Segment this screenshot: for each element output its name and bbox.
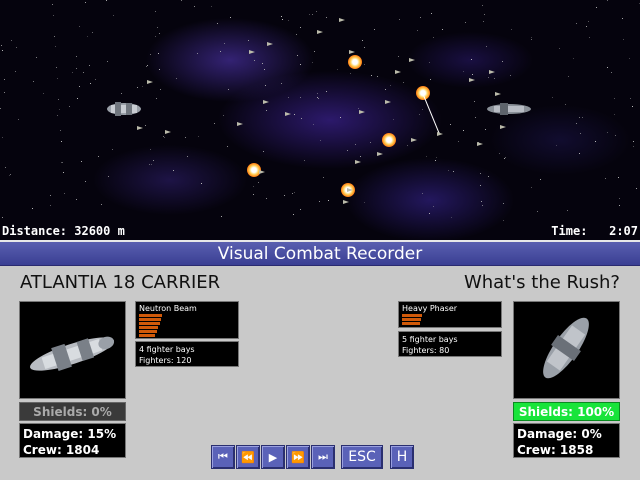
esc-button[interactable]: ESC [341,445,383,469]
panel-title: Visual Combat Recorder [0,242,640,266]
right-weapon-panel: Heavy Phaser [398,301,502,328]
rewind-button[interactable]: ⏪ [236,445,260,469]
left-fighters-count: Fighters: 120 [139,356,192,365]
fighters [137,18,506,204]
battle-view: Distance: 32600 m Time: 2:07 [0,0,640,240]
right-fighter-bays: 5 fighter bays Fighters: 80 [398,331,502,357]
weapon-charge-bar [139,326,158,329]
fighter-craft [359,110,365,114]
last-frame-button[interactable]: ⏭ [311,445,335,469]
fighter-craft [267,42,273,46]
combat-recorder-panel: Visual Combat Recorder ATLANTIA 18 CARRI… [0,240,640,480]
right-bays-count: 5 fighter bays [402,335,458,344]
fighter-craft [137,126,143,130]
left-crew: Crew: 1804 [23,443,100,457]
right-weapon-charge [402,314,498,325]
play-button[interactable]: ▶ [261,445,285,469]
fighter-craft [317,30,323,34]
skip-end-icon: ⏭ [318,450,328,463]
fast-forward-icon: ⏩ [291,450,305,464]
weapon-charge-bar [139,322,160,325]
skip-start-icon: ⏮ [218,450,228,463]
fighter-craft [249,50,255,54]
weapon-charge-bar [139,318,161,321]
distance-readout: Distance: 32600 m [2,224,125,238]
left-weapon-charge [139,314,235,337]
right-damage: Damage: 0% [517,427,602,441]
fighter-craft [343,200,349,204]
weapon-charge-bar [402,314,422,317]
fighter-craft [237,122,243,126]
right-fighters-count: Fighters: 80 [402,346,450,355]
left-shields-status: Shields: 0% [19,402,126,421]
weapon-charge-bar [139,314,162,317]
fighter-craft [165,130,171,134]
right-shields-status: Shields: 100% [513,402,620,421]
fighter-craft [395,70,401,74]
fighter-craft [469,78,475,82]
fighter-craft [495,92,501,96]
fighter-craft [385,100,391,104]
rewind-icon: ⏪ [241,450,255,464]
fighter-craft [263,100,269,104]
fighter-craft [437,132,443,136]
first-frame-button[interactable]: ⏮ [211,445,235,469]
fighter-craft [489,70,495,74]
fighter-craft [409,58,415,62]
fighter-craft [259,170,265,174]
time-readout: Time: 2:07 [551,224,638,238]
fighter-craft [355,160,361,164]
weapon-charge-bar [402,318,421,321]
fast-forward-button[interactable]: ⏩ [286,445,310,469]
fighter-craft [477,142,483,146]
left-fighter-bays: 4 fighter bays Fighters: 120 [135,341,239,367]
right-ship-name: What's the Rush? [463,272,620,293]
fighter-craft [285,112,291,116]
right-weapon-name: Heavy Phaser [402,304,458,313]
fighter-craft [377,152,383,156]
fighter-craft [339,18,345,22]
left-ship-stats: Damage: 15% Crew: 1804 [19,423,126,458]
carrier-image [30,336,115,371]
left-weapon-name: Neutron Beam [139,304,197,313]
weapon-charge-bar [139,334,155,337]
left-bays-count: 4 fighter bays [139,345,195,354]
play-icon: ▶ [268,450,278,464]
fighter-craft [349,50,355,54]
cruiser-image [543,317,589,379]
fighter-craft [347,188,353,192]
weapon-charge-bar [402,322,420,325]
help-button[interactable]: H [390,445,414,469]
fighter-craft [147,80,153,84]
fighter-craft [411,138,417,142]
right-crew: Crew: 1858 [517,443,594,457]
right-ship-stats: Damage: 0% Crew: 1858 [513,423,620,458]
left-weapon-panel: Neutron Beam [135,301,239,339]
left-damage: Damage: 15% [23,427,117,441]
right-ship-portrait [513,301,620,399]
weapon-charge-bar [139,330,157,333]
left-ship-portrait [19,301,126,399]
left-ship-name: ATLANTIA 18 CARRIER [20,272,221,293]
fighter-craft [500,125,506,129]
